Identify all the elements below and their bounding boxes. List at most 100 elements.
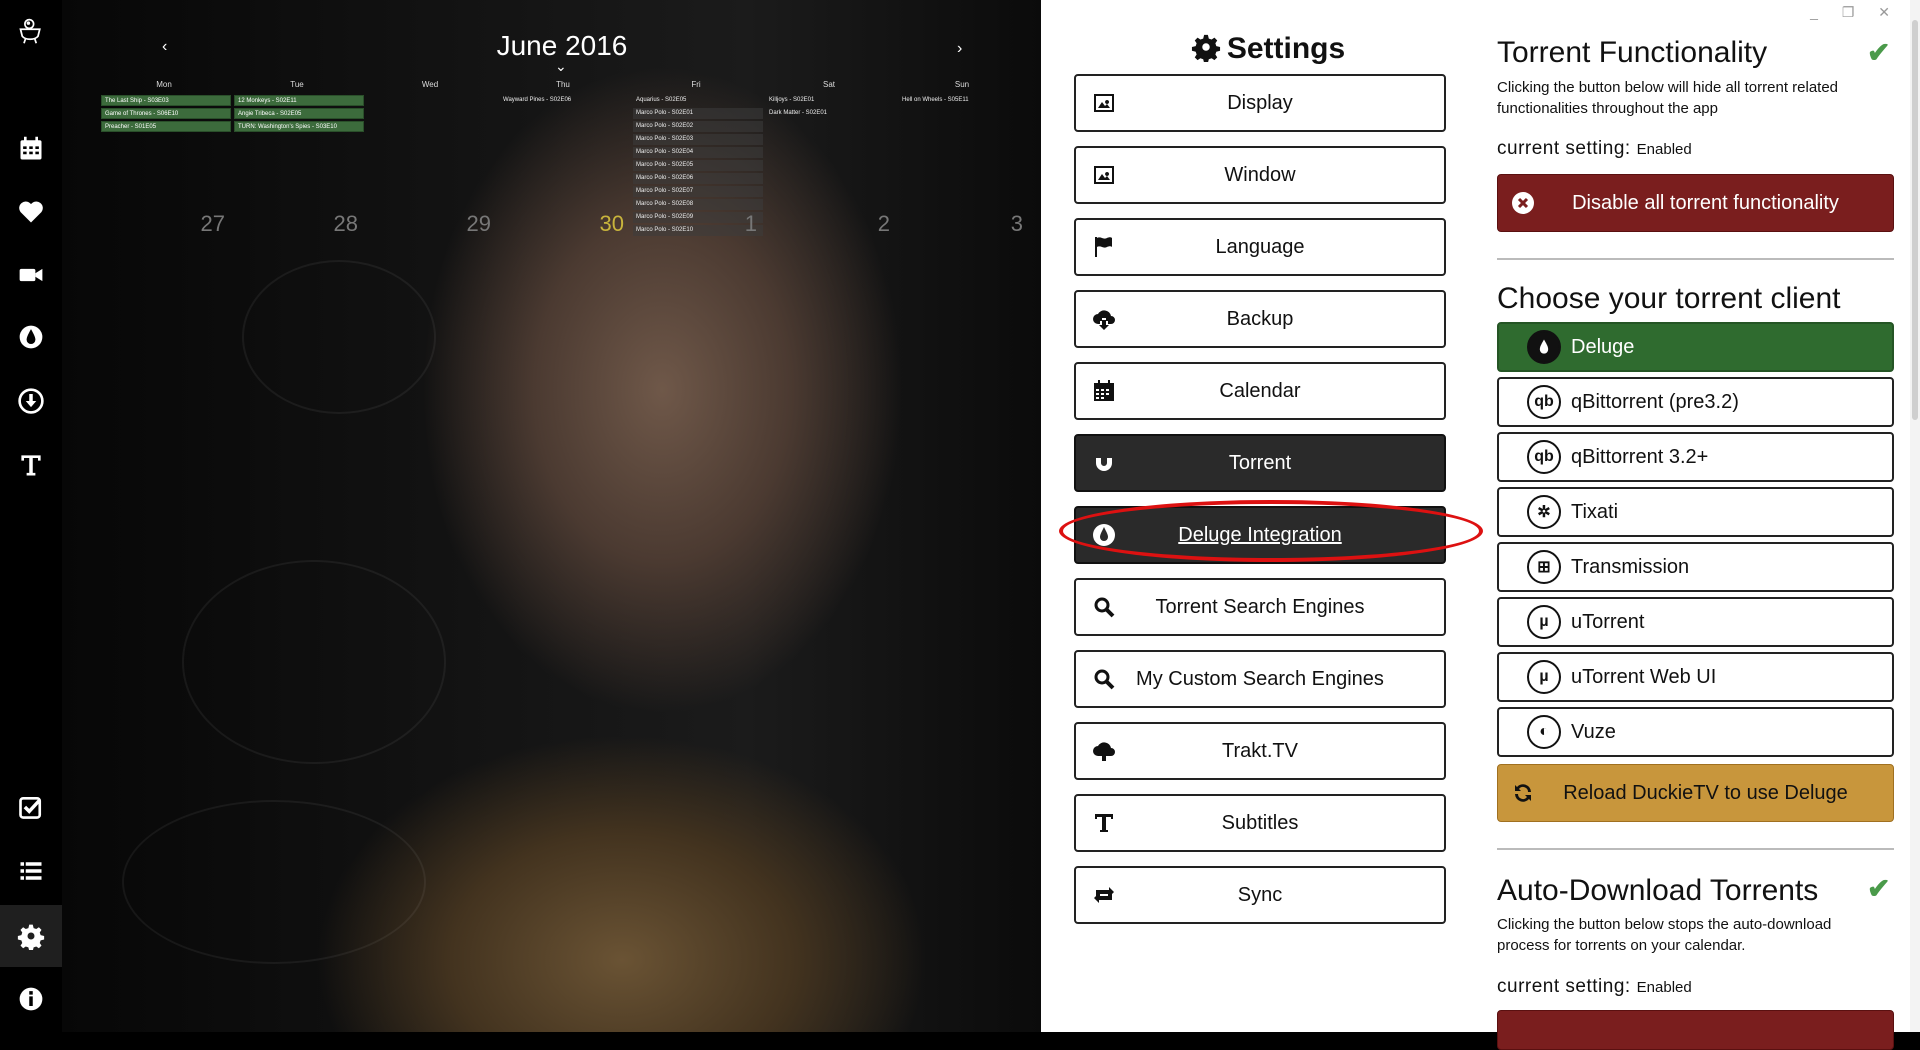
flag-icon [1084, 235, 1124, 259]
settings-button-label: Subtitles [1221, 811, 1299, 834]
heart-icon[interactable] [0, 181, 62, 243]
settings-window-button[interactable]: Window [1074, 146, 1446, 204]
deluge-drop-icon[interactable] [0, 306, 62, 368]
scrollbar-thumb[interactable] [1912, 20, 1918, 420]
client-utorrent-webui[interactable]: µ uTorrent Web UI [1497, 652, 1894, 702]
reload-button[interactable]: Reload DuckieTV to use Deluge [1497, 764, 1894, 822]
chalk-drawing [242, 260, 436, 414]
settings-display-button[interactable]: Display [1074, 74, 1446, 132]
calendar-event[interactable]: Aquarius - S02E05 [633, 95, 763, 106]
gear-icon[interactable] [0, 905, 62, 967]
calendar-event[interactable]: 12 Monkeys - S02E11 [234, 95, 364, 106]
duck-icon[interactable] [0, 0, 62, 62]
auto-download-description: Clicking the button below stops the auto… [1497, 916, 1832, 954]
client-qbittorrent-32[interactable]: qb qBittorrent 3.2+ [1497, 432, 1894, 482]
calendar-event[interactable]: Marco Polo - S02E08 [633, 199, 763, 210]
info-icon[interactable] [0, 968, 62, 1030]
calendar-event[interactable]: Marco Polo - S02E03 [633, 134, 763, 145]
refresh-icon [1498, 781, 1548, 805]
window-controls[interactable]: _ ❐ ✕ [1810, 4, 1900, 21]
calendar-event[interactable]: Marco Polo - S02E06 [633, 173, 763, 184]
settings-custom-search-engines-button[interactable]: My Custom Search Engines [1074, 650, 1446, 708]
auto-download-title: Auto-Download Torrents [1497, 874, 1819, 907]
calendar-event[interactable]: The Last Ship - S03E03 [101, 95, 231, 106]
settings-button-label: Torrent [1228, 451, 1292, 474]
search-icon [1084, 667, 1124, 691]
calendar-event[interactable]: Marco Polo - S02E01 [633, 108, 763, 119]
day-number: 27 [200, 211, 225, 236]
settings-torrent-search-engines-button[interactable]: Torrent Search Engines [1074, 578, 1446, 636]
client-utorrent[interactable]: µ uTorrent [1497, 597, 1894, 647]
client-tixati[interactable]: ✲ Tixati [1497, 487, 1894, 537]
settings-language-button[interactable]: Language [1074, 218, 1446, 276]
calendar-icon[interactable] [0, 118, 62, 180]
current-setting: current setting: Enabled [1497, 138, 1692, 160]
scrollbar[interactable] [1910, 0, 1920, 1032]
calendar-event[interactable]: Angie Tribeca - S02E05 [234, 108, 364, 119]
client-vuze[interactable]: ◐ Vuze [1497, 707, 1894, 757]
client-label: Vuze [1571, 720, 1616, 743]
calendar-event[interactable]: Marco Polo - S02E04 [633, 147, 763, 158]
settings-menu: Settings Display Window Language Backup … [1041, 0, 1495, 1032]
calendar-event[interactable]: TURN: Washington's Spies - S03E10 [234, 121, 364, 132]
calendar-next-button[interactable]: › [957, 40, 962, 58]
day-header: Tue [290, 80, 304, 89]
torrent-settings-panel: Torrent Functionality ✔ Clicking the but… [1495, 0, 1920, 1050]
utorrent-icon: µ [1527, 605, 1561, 639]
client-label: uTorrent [1571, 610, 1645, 633]
client-deluge[interactable]: Deluge [1497, 322, 1894, 372]
qbittorrent-icon: qb [1527, 440, 1561, 474]
disable-torrent-button[interactable]: Disable all torrent functionality [1497, 174, 1894, 232]
video-camera-icon[interactable] [0, 244, 62, 306]
current-setting-value: Enabled [1636, 979, 1692, 996]
settings-button-label: Trakt.TV [1222, 739, 1298, 762]
calendar-title[interactable]: June 2016 [62, 30, 1041, 62]
client-label: qBittorrent 3.2+ [1571, 445, 1709, 468]
sync-icon [1084, 883, 1124, 907]
settings-backup-button[interactable]: Backup [1074, 290, 1446, 348]
text-icon [1084, 811, 1124, 835]
calendar-event[interactable]: Killjoys - S02E01 [766, 95, 896, 106]
calendar-event[interactable]: Marco Polo - S02E07 [633, 186, 763, 197]
cloud-download-icon [1084, 307, 1124, 331]
disable-auto-download-button[interactable] [1497, 1010, 1894, 1050]
checkbox-icon[interactable] [0, 776, 62, 838]
calendar-event[interactable]: Hell on Wheels - S05E11 [899, 95, 1029, 106]
chalk-drawing [182, 560, 446, 764]
cloud-upload-icon [1084, 739, 1124, 763]
list-icon[interactable] [0, 840, 62, 902]
torrent-functionality-description: Clicking the button below will hide all … [1497, 79, 1839, 117]
calendar-event[interactable]: Preacher - S01E05 [101, 121, 231, 132]
text-icon[interactable] [0, 434, 62, 496]
settings-torrent-button[interactable]: Torrent [1074, 434, 1446, 492]
client-qbittorrent-pre32[interactable]: qb qBittorrent (pre3.2) [1497, 377, 1894, 427]
utorrent-icon: µ [1527, 660, 1561, 694]
client-section-title: Choose your torrent client [1497, 282, 1841, 315]
settings-button-label: Sync [1237, 883, 1283, 906]
calendar-event[interactable]: Marco Polo - S02E02 [633, 121, 763, 132]
settings-deluge-integration-button[interactable]: Deluge Integration [1074, 506, 1446, 564]
current-setting-label: current setting: [1497, 976, 1631, 997]
torrent-functionality-title: Torrent Functionality [1497, 36, 1768, 69]
calendar-event[interactable]: Marco Polo - S02E05 [633, 160, 763, 171]
gear-icon [1191, 34, 1220, 63]
download-icon[interactable] [0, 370, 62, 432]
settings-sync-button[interactable]: Sync [1074, 866, 1446, 924]
day-header: Sat [822, 80, 835, 89]
settings-trakt-button[interactable]: Trakt.TV [1074, 722, 1446, 780]
deluge-drop-icon [1527, 330, 1561, 364]
divider [1497, 258, 1894, 260]
calendar-event[interactable]: Game of Thrones - S06E10 [101, 108, 231, 119]
calendar-event[interactable]: Dark Matter - S02E01 [766, 108, 896, 119]
day-header: Wed [421, 80, 439, 89]
calendar-event[interactable]: Wayward Pines - S02E06 [500, 95, 630, 106]
current-setting-value: Enabled [1636, 141, 1692, 158]
calendar-chevron-icon[interactable]: ⌄ [555, 58, 567, 75]
client-transmission[interactable]: ⊞ Transmission [1497, 542, 1894, 592]
vuze-icon: ◐ [1527, 715, 1561, 749]
settings-calendar-button[interactable]: Calendar [1074, 362, 1446, 420]
day-header: Fri [691, 80, 701, 89]
settings-subtitles-button[interactable]: Subtitles [1074, 794, 1446, 852]
qbittorrent-icon: qb [1527, 385, 1561, 419]
day-number: 28 [333, 211, 358, 236]
